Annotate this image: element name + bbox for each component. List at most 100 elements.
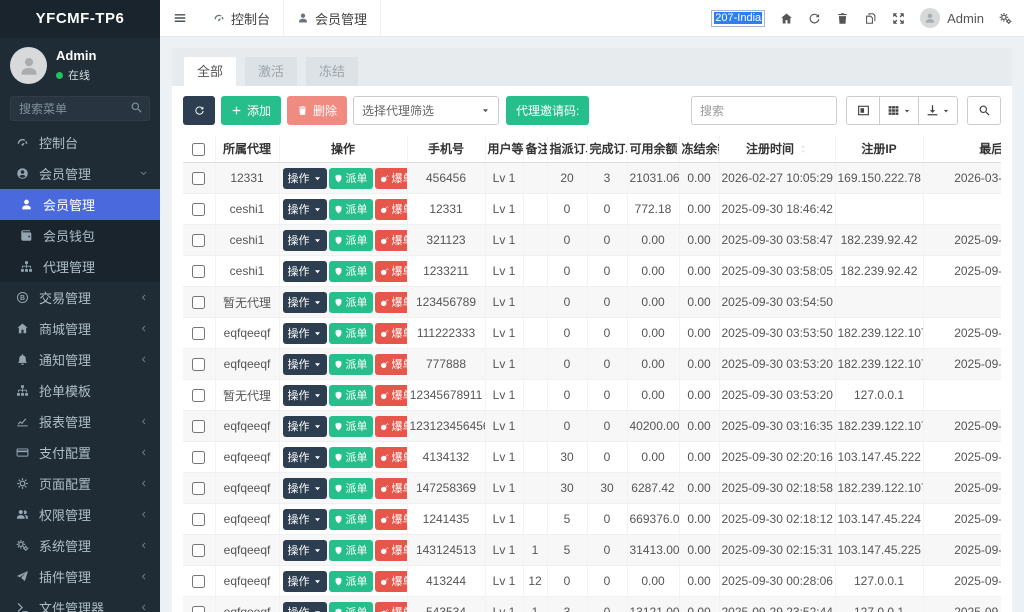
toggle-view-button[interactable] — [846, 96, 880, 125]
settings-button[interactable] — [999, 12, 1012, 25]
row-operate-button[interactable]: 操作 — [282, 570, 327, 592]
filter-tab-active[interactable]: 激活 — [245, 57, 298, 86]
row-dispatch-button[interactable]: 派单 — [328, 570, 373, 592]
row-checkbox[interactable] — [192, 389, 206, 403]
sidebar-item-file-manager[interactable]: 文件管理器 — [0, 592, 160, 612]
row-operate-button[interactable]: 操作 — [282, 415, 327, 437]
row-operate-button[interactable]: 操作 — [282, 322, 327, 344]
row-burst-button[interactable]: 爆单 — [374, 167, 406, 189]
row-dispatch-button[interactable]: 派单 — [328, 415, 373, 437]
row-dispatch-button[interactable]: 派单 — [328, 291, 373, 313]
row-dispatch-button[interactable]: 派单 — [328, 260, 373, 282]
search-submit-button[interactable] — [967, 96, 1001, 125]
row-checkbox[interactable] — [192, 482, 206, 496]
row-burst-button[interactable]: 爆单 — [374, 322, 406, 344]
row-burst-button[interactable]: 爆单 — [374, 229, 406, 251]
row-checkbox[interactable] — [192, 606, 206, 612]
export-button[interactable] — [918, 96, 958, 125]
table-search-input[interactable] — [691, 96, 837, 125]
row-dispatch-button[interactable]: 派单 — [328, 353, 373, 375]
row-checkbox[interactable] — [192, 420, 206, 434]
row-operate-button[interactable]: 操作 — [282, 539, 327, 561]
row-checkbox[interactable] — [192, 203, 206, 217]
row-checkbox[interactable] — [192, 575, 206, 589]
row-checkbox[interactable] — [192, 265, 206, 279]
row-burst-button[interactable]: 爆单 — [374, 291, 406, 313]
row-dispatch-button[interactable]: 派单 — [328, 446, 373, 468]
home-button[interactable] — [780, 12, 793, 25]
row-dispatch-button[interactable]: 派单 — [328, 229, 373, 251]
row-dispatch-button[interactable]: 派单 — [328, 601, 373, 612]
sidebar-item-member-management[interactable]: 会员管理 — [0, 158, 160, 189]
row-dispatch-button[interactable]: 派单 — [328, 322, 373, 344]
row-checkbox[interactable] — [192, 544, 206, 558]
filter-tab-all[interactable]: 全部 — [184, 57, 237, 86]
sidebar-item-agent-management[interactable]: 代理管理 — [0, 251, 160, 282]
row-operate-button[interactable]: 操作 — [282, 291, 327, 313]
sidebar-item-notice-management[interactable]: 通知管理 — [0, 344, 160, 375]
row-operate-button[interactable]: 操作 — [282, 198, 327, 220]
row-burst-button[interactable]: 爆单 — [374, 198, 406, 220]
sidebar-item-member-list[interactable]: 会员管理 — [0, 189, 160, 220]
sidebar-item-trade-management[interactable]: B 交易管理 — [0, 282, 160, 313]
row-burst-button[interactable]: 爆单 — [374, 384, 406, 406]
menu-toggle-button[interactable] — [160, 11, 200, 25]
filter-tab-frozen[interactable]: 冻结 — [306, 57, 359, 86]
invite-code-button[interactable]: 代理邀请码: — [506, 96, 590, 125]
sidebar-item-plugin-management[interactable]: 插件管理 — [0, 561, 160, 592]
sidebar-item-system-management[interactable]: 系统管理 — [0, 530, 160, 561]
fullscreen-button[interactable] — [892, 12, 905, 25]
row-burst-button[interactable]: 爆单 — [374, 477, 406, 499]
row-dispatch-button[interactable]: 派单 — [328, 384, 373, 406]
row-checkbox[interactable] — [192, 234, 206, 248]
columns-button[interactable] — [879, 96, 919, 125]
row-checkbox[interactable] — [192, 296, 206, 310]
copy-page-button[interactable] — [864, 12, 877, 25]
sidebar-item-report-management[interactable]: 报表管理 — [0, 406, 160, 437]
refresh-button[interactable] — [808, 12, 821, 25]
sidebar-item-mall-management[interactable]: 商城管理 — [0, 313, 160, 344]
row-dispatch-button[interactable]: 派单 — [328, 539, 373, 561]
row-operate-button[interactable]: 操作 — [282, 384, 327, 406]
clear-button[interactable] — [836, 12, 849, 25]
row-burst-button[interactable]: 爆单 — [374, 260, 406, 282]
topnav-tab-1[interactable]: 会员管理 — [283, 0, 382, 36]
topnav-tab-0[interactable]: 控制台 — [200, 0, 283, 36]
row-checkbox[interactable] — [192, 172, 206, 186]
row-burst-button[interactable]: 爆单 — [374, 601, 406, 612]
agent-filter-select[interactable]: 选择代理筛选 — [353, 96, 500, 125]
row-burst-button[interactable]: 爆单 — [374, 539, 406, 561]
row-dispatch-button[interactable]: 派单 — [328, 167, 373, 189]
row-operate-button[interactable]: 操作 — [282, 446, 327, 468]
add-button[interactable]: 添加 — [221, 96, 282, 125]
row-operate-button[interactable]: 操作 — [282, 353, 327, 375]
topnav-user-menu[interactable]: Admin — [920, 8, 984, 28]
row-burst-button[interactable]: 爆单 — [374, 415, 406, 437]
row-operate-button[interactable]: 操作 — [282, 508, 327, 530]
sidebar-search-input[interactable] — [10, 96, 150, 121]
row-operate-button[interactable]: 操作 — [282, 601, 327, 612]
row-burst-button[interactable]: 爆单 — [374, 353, 406, 375]
sidebar-item-payment-config[interactable]: 支付配置 — [0, 437, 160, 468]
row-burst-button[interactable]: 爆单 — [374, 570, 406, 592]
row-checkbox[interactable] — [192, 513, 206, 527]
row-checkbox[interactable] — [192, 451, 206, 465]
row-operate-button[interactable]: 操作 — [282, 167, 327, 189]
row-checkbox[interactable] — [192, 358, 206, 372]
delete-button[interactable]: 删除 — [287, 96, 348, 125]
row-dispatch-button[interactable]: 派单 — [328, 198, 373, 220]
sidebar-item-permission-management[interactable]: 权限管理 — [0, 499, 160, 530]
refresh-table-button[interactable] — [183, 96, 215, 125]
sidebar-item-grab-template[interactable]: 抢单模板 — [0, 375, 160, 406]
header-register-time[interactable]: 注册时间 — [719, 135, 836, 163]
sidebar-item-member-wallet[interactable]: 会员钱包 — [0, 220, 160, 251]
row-checkbox[interactable] — [192, 327, 206, 341]
row-operate-button[interactable]: 操作 — [282, 229, 327, 251]
row-dispatch-button[interactable]: 派单 — [328, 508, 373, 530]
user-avatar[interactable] — [10, 47, 47, 84]
row-burst-button[interactable]: 爆单 — [374, 508, 406, 530]
sidebar-item-dashboard[interactable]: 控制台 — [0, 127, 160, 158]
select-all-checkbox[interactable] — [192, 142, 206, 156]
row-operate-button[interactable]: 操作 — [282, 477, 327, 499]
region-input[interactable]: 207-India — [711, 9, 766, 27]
